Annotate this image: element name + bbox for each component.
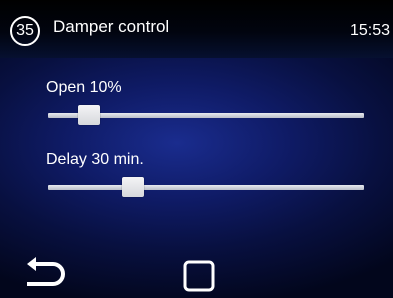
delay-slider-handle[interactable] bbox=[122, 177, 145, 197]
page-title: Damper control bbox=[53, 17, 170, 36]
clock: 15:53 bbox=[349, 22, 390, 39]
open-slider-label: Open 10% bbox=[46, 79, 122, 96]
damper-control-screen: 35 Damper control 15:53 Open 10% Delay 3… bbox=[0, 0, 393, 298]
open-slider-handle[interactable] bbox=[78, 105, 101, 125]
return-arrow-icon[interactable] bbox=[23, 256, 68, 292]
screen-number: 35 bbox=[16, 22, 34, 39]
header-bar: 35 Damper control 15:53 bbox=[0, 0, 393, 58]
home-square-icon[interactable] bbox=[183, 260, 215, 292]
delay-slider-track[interactable] bbox=[48, 177, 364, 197]
open-slider-track[interactable] bbox=[48, 105, 364, 125]
delay-slider-label: Delay 30 min. bbox=[46, 151, 144, 168]
screen-number-badge: 35 bbox=[10, 16, 40, 46]
